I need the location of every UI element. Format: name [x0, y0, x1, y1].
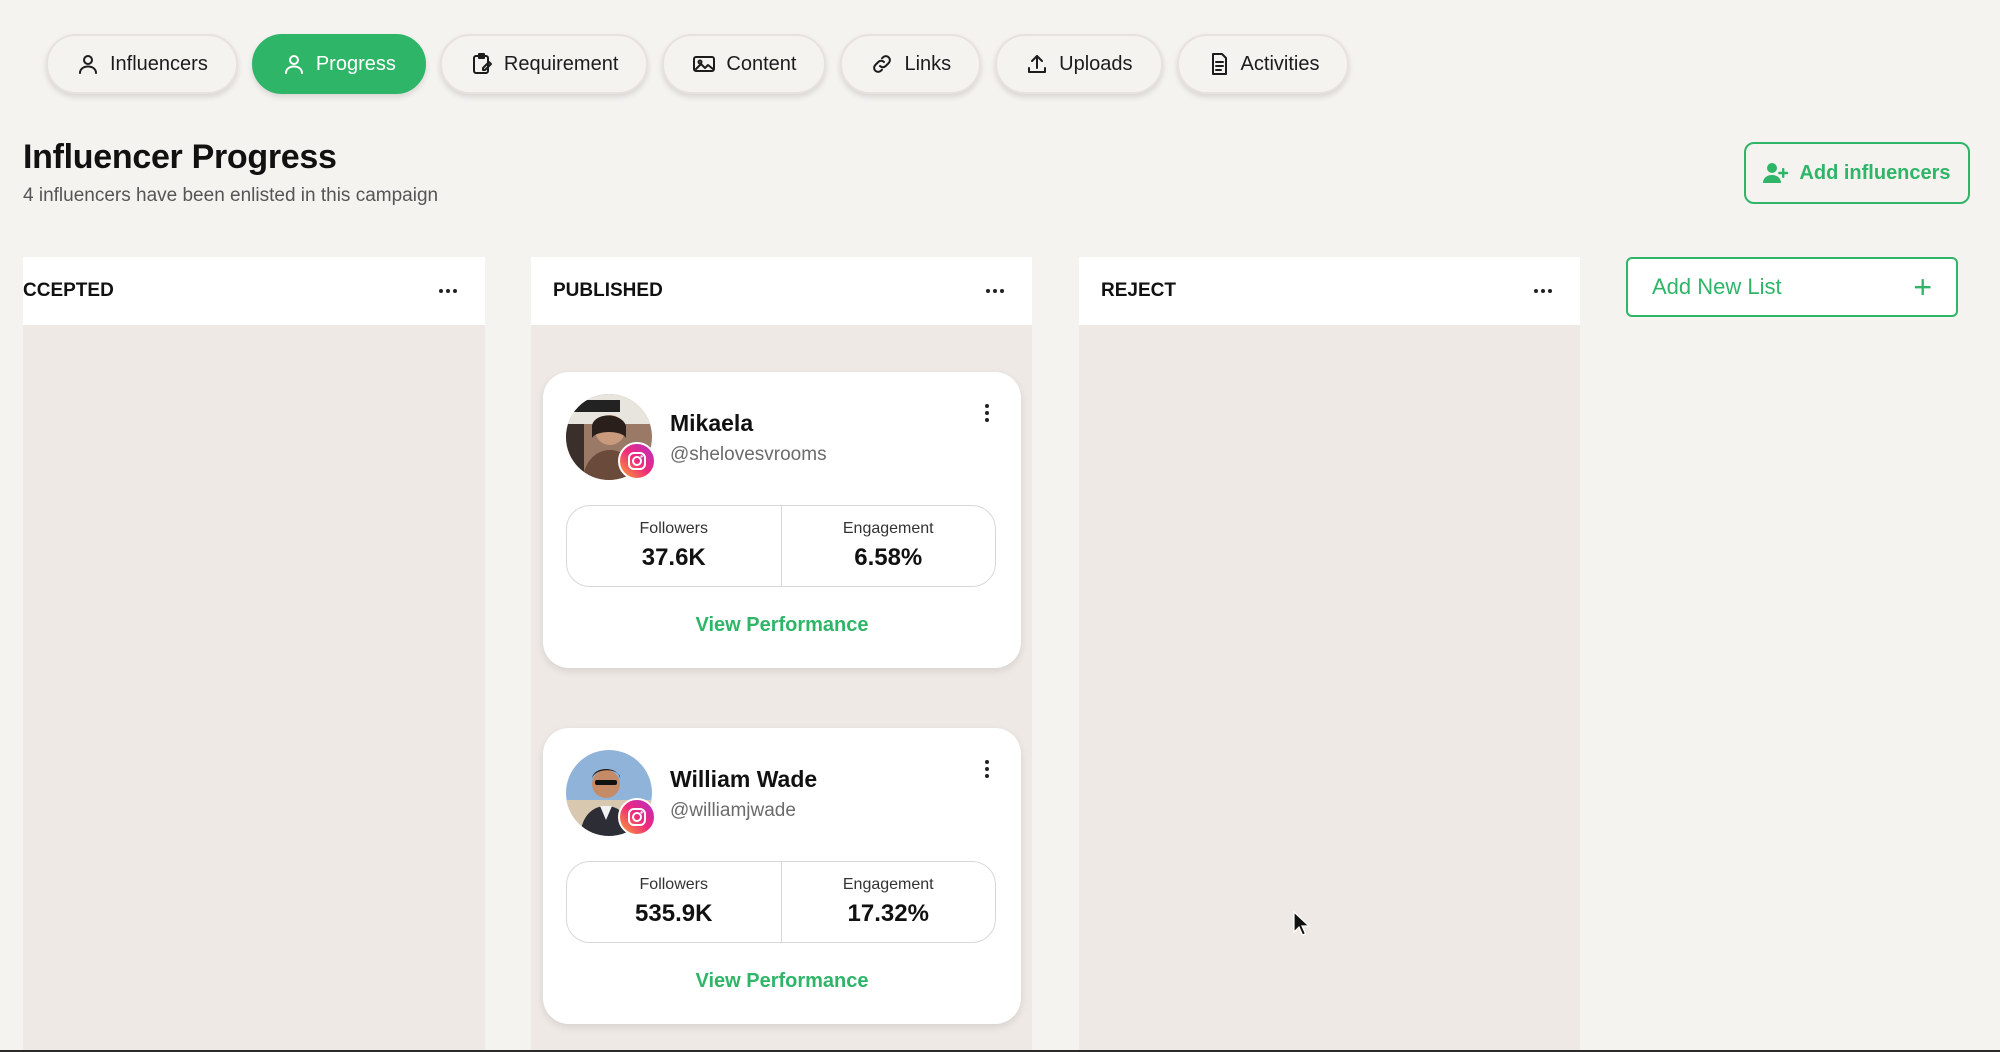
influencer-name: Mikaela: [670, 410, 754, 436]
more-horizontal-icon[interactable]: [1528, 283, 1558, 299]
view-performance-link[interactable]: View Performance: [543, 970, 1021, 993]
influencer-handle: @williamjwade: [670, 800, 796, 821]
tab-label: Content: [726, 52, 797, 75]
tab-bar: Influencers Progress Requirement Content…: [46, 34, 1350, 94]
tab-progress[interactable]: Progress: [251, 34, 426, 94]
influencer-card[interactable]: Mikaela @shelovesvrooms Followers 37.6K …: [543, 372, 1021, 668]
tab-uploads[interactable]: Uploads: [995, 34, 1163, 94]
mouse-cursor-icon: [1293, 911, 1311, 936]
followers-stat: Followers 535.9K: [567, 862, 781, 942]
stat-label: Engagement: [842, 876, 934, 893]
user-plus-icon: [1763, 163, 1789, 183]
images-icon: [693, 56, 716, 72]
plus-icon: +: [1913, 269, 1932, 305]
column-header: PUBLISHED: [531, 257, 1032, 325]
more-vertical-icon[interactable]: [981, 400, 993, 426]
tab-links[interactable]: Links: [840, 34, 982, 94]
tab-label: Uploads: [1059, 52, 1133, 75]
column-published: PUBLISHED Mikaela @shelovesvrooms Follow…: [531, 257, 1032, 1050]
followers-stat: Followers 37.6K: [567, 506, 781, 586]
column-title: CCEPTED: [23, 280, 114, 301]
more-vertical-icon[interactable]: [981, 756, 993, 782]
column-reject: REJECT: [1079, 257, 1580, 1050]
instagram-icon: [618, 442, 656, 480]
more-horizontal-icon[interactable]: [433, 283, 463, 299]
influencer-handle: @shelovesvrooms: [670, 444, 827, 465]
influencer-card[interactable]: William Wade @williamjwade Followers 535…: [543, 728, 1021, 1024]
stats-box: Followers 535.9K Engagement 17.32%: [566, 861, 996, 943]
engagement-value: 6.58%: [854, 544, 923, 571]
tab-content[interactable]: Content: [662, 34, 827, 94]
tab-influencers[interactable]: Influencers: [46, 34, 238, 94]
column-header: CCEPTED: [23, 257, 485, 325]
tab-requirement[interactable]: Requirement: [439, 34, 649, 94]
page-subtitle: 4 influencers have been enlisted in this…: [23, 185, 439, 206]
column-title: PUBLISHED: [553, 280, 663, 301]
clipboard-edit-icon: [472, 53, 492, 74]
engagement-stat: Engagement 17.32%: [780, 862, 996, 942]
engagement-value: 17.32%: [847, 900, 929, 927]
instagram-icon: [618, 798, 656, 836]
add-influencers-label: Add influencers: [1799, 161, 1951, 184]
followers-value: 37.6K: [641, 544, 706, 571]
engagement-stat: Engagement 6.58%: [780, 506, 996, 586]
followers-value: 535.9K: [635, 900, 713, 927]
stat-label: Engagement: [842, 520, 934, 537]
column-header: REJECT: [1079, 257, 1580, 325]
tab-activities[interactable]: Activities: [1176, 34, 1350, 94]
tab-label: Requirement: [503, 52, 619, 75]
tab-label: Links: [904, 52, 952, 75]
users-icon: [284, 55, 303, 74]
add-new-list-button[interactable]: Add New List +: [1626, 257, 1958, 317]
stat-label: Followers: [639, 520, 708, 537]
column-title: REJECT: [1101, 280, 1176, 301]
stat-label: Followers: [639, 876, 708, 893]
tab-label: Influencers: [110, 52, 208, 75]
influencer-name: William Wade: [670, 766, 818, 792]
document-icon: [1211, 53, 1227, 75]
avatar[interactable]: [566, 394, 656, 480]
link-icon: [873, 55, 892, 73]
column-accepted: CCEPTED: [23, 257, 485, 1050]
view-performance-link[interactable]: View Performance: [543, 614, 1021, 637]
stats-box: Followers 37.6K Engagement 6.58%: [566, 505, 996, 587]
page-title: Influencer Progress: [23, 138, 337, 176]
more-horizontal-icon[interactable]: [980, 283, 1010, 299]
tab-label: Activities: [1240, 52, 1320, 75]
app-viewport: Influencers Progress Requirement Content…: [0, 0, 2000, 1050]
avatar[interactable]: [566, 750, 656, 836]
add-new-list-label: Add New List: [1652, 274, 1782, 299]
tab-label: Progress: [315, 52, 396, 75]
users-icon: [79, 55, 97, 74]
add-influencers-button[interactable]: Add influencers: [1744, 142, 1970, 204]
upload-icon: [1028, 55, 1047, 73]
